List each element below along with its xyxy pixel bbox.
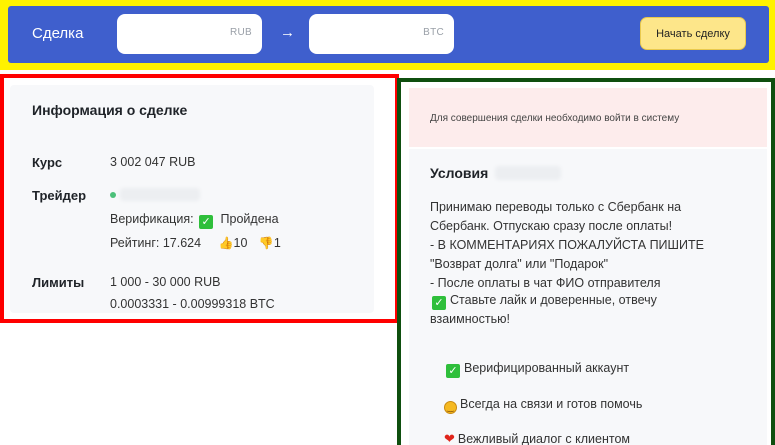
conditions-text: Принимаю переводы только с Сбербанк на С…	[430, 200, 704, 290]
deal-info-highlight-frame: Информация о сделке Курс 3 002 047 RUB Т…	[0, 74, 399, 323]
rate-value: 3 002 047 RUB	[110, 155, 196, 169]
like-request-text: Ставьте лайк и доверенные, отвечу	[450, 293, 657, 307]
rub-amount-input[interactable]: RUB	[117, 14, 262, 54]
trader-name-redacted[interactable]	[120, 188, 200, 201]
limits-label: Лимиты	[32, 275, 85, 290]
login-required-alert: Для совершения сделки необходимо войти в…	[409, 88, 767, 147]
top-highlight-frame: Сделка RUB → BTC Начать сделку	[0, 0, 775, 70]
feature-polite-text: Вежливый диалог с клиентом	[457, 432, 631, 445]
deal-info-title: Информация о сделке	[32, 102, 188, 118]
btc-amount-input[interactable]: BTC	[309, 14, 454, 54]
thumbs-down-icon: 👎	[258, 236, 274, 250]
feature-polite: ❤ Вежливый диалог с клиентом	[444, 431, 630, 445]
verification-status: Пройдена	[220, 212, 279, 226]
smile-icon: ‿	[444, 401, 457, 414]
arrow-right-icon: →	[280, 24, 295, 41]
feature-always-online: ‿ Всегда на связи и готов помочь	[444, 397, 642, 414]
rub-currency-label: RUB	[229, 27, 252, 38]
likes-count: 10	[233, 236, 248, 250]
thumbs-up-icon: 👍	[218, 236, 234, 250]
rating-row: Рейтинг: 17.624 👍10 👎1	[110, 236, 281, 250]
like-request-line: ✓ Ставьте лайк и доверенные, отвечу	[430, 293, 657, 310]
deal-header-bar: Сделка RUB → BTC Начать сделку	[8, 6, 769, 63]
check-icon: ✓	[446, 364, 460, 378]
deal-info-card: Информация о сделке Курс 3 002 047 RUB Т…	[10, 85, 374, 313]
login-required-text: Для совершения сделки необходимо войти в…	[430, 113, 680, 124]
online-status-icon	[110, 192, 116, 198]
conditions-owner-redacted	[495, 166, 561, 180]
conditions-highlight-frame: Для совершения сделки необходимо войти в…	[397, 78, 775, 445]
verification-label: Верификация:	[110, 212, 194, 226]
like-request-text-2: взаимностью!	[430, 312, 510, 326]
trader-label: Трейдер	[32, 188, 87, 203]
feature-verified-text: Верифицированный аккаунт	[464, 361, 630, 375]
btc-currency-label: BTC	[423, 27, 444, 38]
feature-always-online-text: Всегда на связи и готов помочь	[460, 397, 643, 411]
check-icon: ✓	[432, 296, 446, 310]
feature-verified: ✓ Верифицированный аккаунт	[444, 361, 629, 378]
limits-btc-value: 0.0003331 - 0.00999318 BTC	[110, 297, 275, 311]
start-deal-button[interactable]: Начать сделку	[640, 17, 746, 50]
verification-row: Верификация: ✓ Пройдена	[110, 212, 279, 229]
rate-label: Курс	[32, 155, 63, 170]
rating-text: Рейтинг: 17.624	[110, 236, 202, 250]
heart-icon: ❤	[444, 431, 455, 445]
conditions-title: Условия	[430, 165, 489, 181]
limits-rub-value: 1 000 - 30 000 RUB	[110, 275, 221, 289]
check-icon: ✓	[199, 215, 214, 229]
header-title: Сделка	[32, 25, 84, 42]
dislikes-count: 1	[273, 236, 281, 250]
conditions-card: Условия Принимаю переводы только с Сберб…	[409, 149, 767, 445]
